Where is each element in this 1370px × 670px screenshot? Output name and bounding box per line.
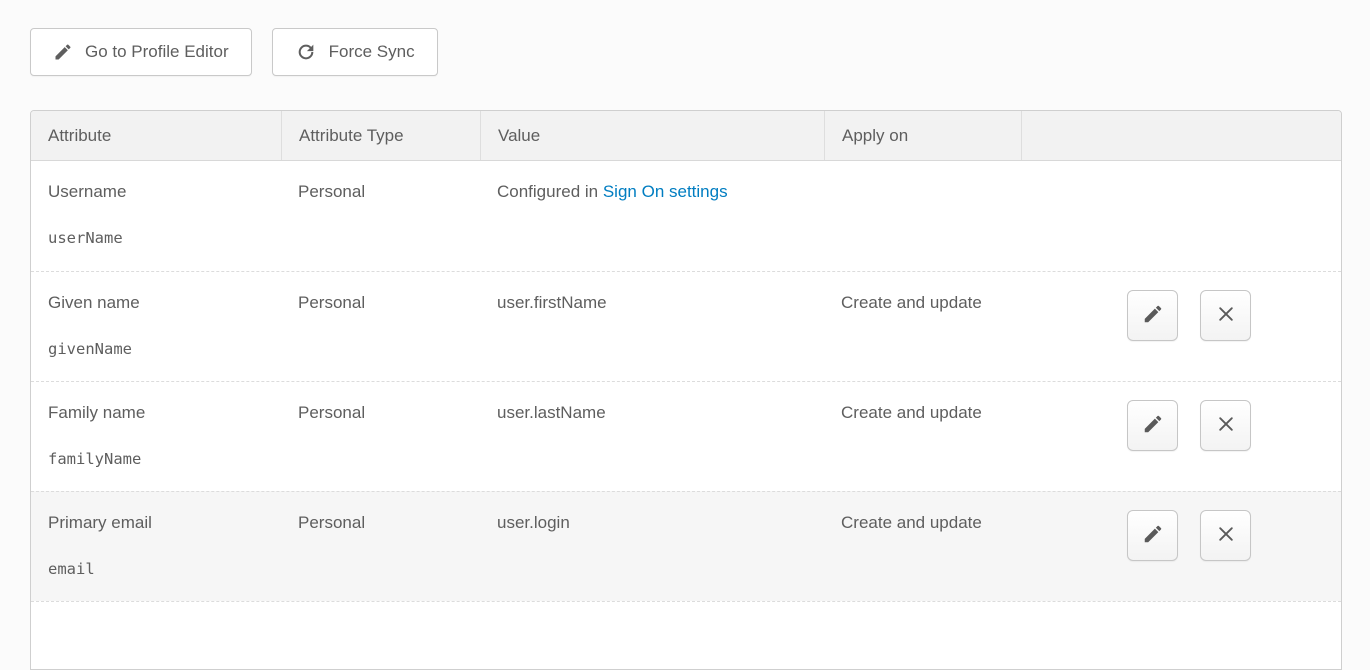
actions-cell bbox=[1021, 272, 1341, 381]
x-icon bbox=[1216, 304, 1236, 327]
table-header: Attribute Attribute Type Value Apply on bbox=[31, 111, 1341, 161]
attribute-cell: Family name familyName bbox=[31, 382, 281, 491]
table-row: Username userName Personal Configured in… bbox=[31, 161, 1341, 271]
attribute-name: email bbox=[48, 560, 271, 578]
go-to-profile-editor-button[interactable]: Go to Profile Editor bbox=[30, 28, 252, 76]
pencil-icon bbox=[1142, 413, 1164, 438]
attribute-label: Primary email bbox=[48, 513, 271, 533]
table-row: Primary email email Personal user.login … bbox=[31, 491, 1341, 601]
table-row: Given name givenName Personal user.first… bbox=[31, 271, 1341, 381]
pencil-icon bbox=[1142, 303, 1164, 328]
sign-on-settings-link[interactable]: Sign On settings bbox=[603, 182, 728, 201]
column-header-attribute: Attribute bbox=[31, 111, 281, 160]
pencil-icon bbox=[1142, 523, 1164, 548]
table-row: Family name familyName Personal user.las… bbox=[31, 381, 1341, 491]
attribute-name: familyName bbox=[48, 450, 271, 468]
x-icon bbox=[1216, 524, 1236, 547]
attribute-cell: Given name givenName bbox=[31, 272, 281, 381]
pencil-icon bbox=[53, 42, 73, 62]
value-cell: user.lastName bbox=[480, 382, 824, 491]
value-cell: user.firstName bbox=[480, 272, 824, 381]
value-cell: user.login bbox=[480, 492, 824, 601]
delete-attribute-button[interactable] bbox=[1200, 290, 1251, 341]
attribute-name: givenName bbox=[48, 340, 271, 358]
attribute-label: Given name bbox=[48, 293, 271, 313]
attribute-type-cell: Personal bbox=[281, 161, 480, 271]
force-sync-button[interactable]: Force Sync bbox=[272, 28, 438, 76]
attribute-type-cell: Personal bbox=[281, 492, 480, 601]
actions-cell bbox=[1021, 382, 1341, 491]
attribute-label: Family name bbox=[48, 403, 271, 423]
attribute-mapping-table: Attribute Attribute Type Value Apply on … bbox=[30, 110, 1342, 670]
edit-attribute-button[interactable] bbox=[1127, 510, 1178, 561]
refresh-icon bbox=[295, 41, 317, 63]
attribute-cell: Username userName bbox=[31, 161, 281, 271]
apply-on-cell bbox=[824, 161, 1021, 271]
column-header-value: Value bbox=[480, 111, 824, 160]
column-header-actions bbox=[1021, 111, 1341, 160]
attribute-type-cell: Personal bbox=[281, 272, 480, 381]
attribute-cell: Primary email email bbox=[31, 492, 281, 601]
toolbar: Go to Profile Editor Force Sync bbox=[30, 28, 438, 76]
delete-attribute-button[interactable] bbox=[1200, 510, 1251, 561]
table-row bbox=[31, 601, 1341, 645]
actions-cell bbox=[1021, 161, 1341, 271]
delete-attribute-button[interactable] bbox=[1200, 400, 1251, 451]
column-header-apply-on: Apply on bbox=[824, 111, 1021, 160]
edit-attribute-button[interactable] bbox=[1127, 290, 1178, 341]
x-icon bbox=[1216, 414, 1236, 437]
value-cell: Configured in Sign On settings bbox=[480, 161, 824, 271]
value-text: Configured in bbox=[497, 182, 603, 201]
apply-on-cell: Create and update bbox=[824, 492, 1021, 601]
actions-cell bbox=[1021, 492, 1341, 601]
attribute-label: Username bbox=[48, 182, 271, 202]
force-sync-label: Force Sync bbox=[329, 42, 415, 62]
apply-on-cell: Create and update bbox=[824, 382, 1021, 491]
column-header-attribute-type: Attribute Type bbox=[281, 111, 480, 160]
attribute-name: userName bbox=[48, 229, 271, 247]
apply-on-cell: Create and update bbox=[824, 272, 1021, 381]
go-to-profile-editor-label: Go to Profile Editor bbox=[85, 42, 229, 62]
attribute-type-cell: Personal bbox=[281, 382, 480, 491]
edit-attribute-button[interactable] bbox=[1127, 400, 1178, 451]
